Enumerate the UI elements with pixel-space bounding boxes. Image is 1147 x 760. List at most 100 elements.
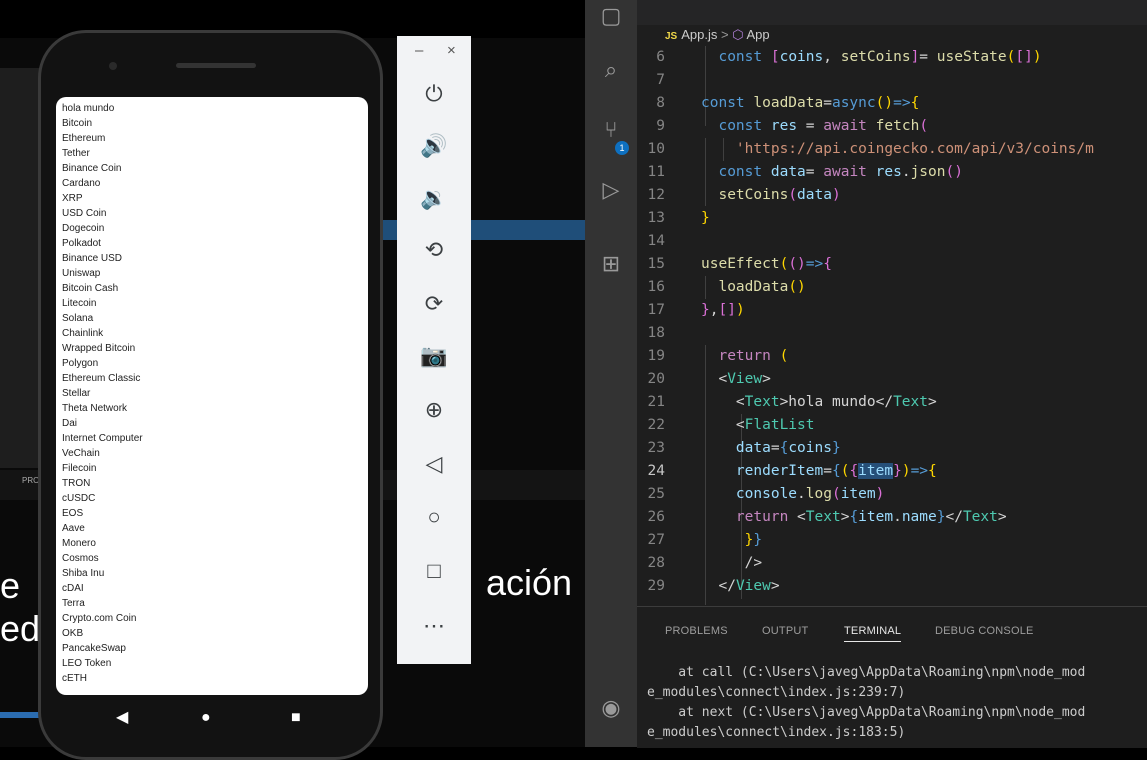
home-icon[interactable]: ○ <box>414 499 454 535</box>
explorer-icon[interactable]: ▢ <box>595 0 627 32</box>
code-line: 12 setCoins(data) <box>647 187 841 203</box>
code-line: 28 /> <box>647 555 763 571</box>
overview-icon[interactable]: □ <box>414 553 454 589</box>
phone-frame: hola mundo Bitcoin Ethereum Tether Binance C… <box>38 30 383 760</box>
breadcrumb-file[interactable]: App.js <box>681 27 717 42</box>
terminal-line: at next (C:\Users\javeg\AppData\Roaming\… <box>647 705 1086 720</box>
extensions-icon[interactable]: ⊞ <box>595 248 627 280</box>
power-icon[interactable]: ⏻ <box>414 76 454 112</box>
bottom-panel: PROBLEMS OUTPUT TERMINAL DEBUG CONSOLE a… <box>637 606 1147 748</box>
list-item: Dogecoin <box>62 223 105 234</box>
back-icon[interactable]: ◁ <box>414 446 454 482</box>
list-item: VeChain <box>62 448 100 459</box>
terminal-line: e_modules\connect\index.js:239:7) <box>647 685 906 700</box>
list-item: Crypto.com Coin <box>62 613 137 624</box>
code-line: 9 const res = await fetch( <box>656 118 929 134</box>
list-item: TRON <box>62 478 91 489</box>
background-heading-line2: ed <box>0 608 41 649</box>
vscode-window: ▢ ⌕ ⑂ 1 ▷ ⊞ ◉ JS App.js > ⬡ App 6 const [… <box>585 0 1147 748</box>
coin-flatlist[interactable]: hola mundo Bitcoin Ethereum Tether Binance C… <box>62 101 143 686</box>
nav-home-button[interactable]: ● <box>201 708 211 728</box>
front-camera <box>109 62 117 70</box>
list-item: Tether <box>62 148 90 159</box>
scm-badge: 1 <box>615 141 629 155</box>
editor-tab-strip <box>637 0 1147 25</box>
code-line: 7 <box>656 72 665 88</box>
phone-speaker <box>176 63 256 68</box>
list-item: Stellar <box>62 388 91 399</box>
list-item: Binance USD <box>62 253 123 264</box>
rotate-left-icon[interactable]: ⟲ <box>414 232 454 268</box>
list-item: Polygon <box>62 358 99 369</box>
list-item: cDAI <box>62 583 84 594</box>
account-icon[interactable]: ◉ <box>595 692 627 724</box>
list-item: Uniswap <box>62 268 101 279</box>
code-line: 6 const [coins, setCoins]= useState([]) <box>656 49 1042 65</box>
list-item: LEO Token <box>62 658 112 669</box>
code-line: 13} <box>647 210 710 226</box>
nav-back-button[interactable]: ◀ <box>116 708 128 728</box>
code-line: 18 <box>647 325 665 341</box>
tab-problems[interactable]: PROBLEMS <box>665 625 728 637</box>
code-editor[interactable]: 6 const [coins, setCoins]= useState([]) … <box>637 46 1147 606</box>
list-item: Dai <box>62 418 78 429</box>
list-item: Chainlink <box>62 328 104 339</box>
zoom-icon[interactable]: ⊕ <box>414 392 454 428</box>
breadcrumb[interactable]: JS App.js > ⬡ App <box>665 27 770 43</box>
list-item: Monero <box>62 538 96 549</box>
terminal-line: e_modules\connect\index.js:183:5) <box>647 725 906 740</box>
code-line: 15 useEffect(()=>{ <box>647 256 832 272</box>
list-item: Terra <box>62 598 85 609</box>
tab-debug-console[interactable]: DEBUG CONSOLE <box>935 625 1034 637</box>
code-line: 14 <box>647 233 665 249</box>
code-line: 11 const data= await res.json() <box>647 164 963 180</box>
activity-bar: ▢ ⌕ ⑂ 1 ▷ ⊞ ◉ <box>585 0 637 747</box>
code-line: 27 }} <box>647 532 763 548</box>
code-line: 21 <Text>hola mundo</Text> <box>647 394 937 410</box>
emulator-toolbar: – × ⏻ 🔊 🔉 ⟲ ⟳ 📷 ⊕ ◁ ○ □ ⋯ <box>397 36 471 664</box>
list-item: Litecoin <box>62 298 97 309</box>
code-line: 26 return <Text>{item.name}</Text> <box>647 509 1007 525</box>
list-item: Wrapped Bitcoin <box>62 343 136 354</box>
list-item: Filecoin <box>62 463 97 474</box>
tab-terminal[interactable]: TERMINAL <box>844 625 902 642</box>
list-item: Internet Computer <box>62 433 143 444</box>
code-line: 17},[]) <box>647 302 745 318</box>
list-item: cUSDC <box>62 493 96 504</box>
minimize-button[interactable]: – <box>415 42 423 59</box>
tab-output[interactable]: OUTPUT <box>762 625 808 637</box>
list-item: Polkadot <box>62 238 101 249</box>
rotate-right-icon[interactable]: ⟳ <box>414 286 454 322</box>
list-item: PancakeSwap <box>62 643 126 654</box>
breadcrumb-symbol[interactable]: App <box>746 27 769 42</box>
search-icon[interactable]: ⌕ <box>595 54 627 86</box>
code-line: 20 <View> <box>647 371 771 387</box>
list-item: USD Coin <box>62 208 107 219</box>
list-item: Cosmos <box>62 553 99 564</box>
list-item: Aave <box>62 523 85 534</box>
hello-text: hola mundo <box>62 103 115 114</box>
list-item: Bitcoin <box>62 118 93 129</box>
nav-recents-button[interactable]: ■ <box>291 708 301 728</box>
list-item: Bitcoin Cash <box>62 283 119 294</box>
list-item: Cardano <box>62 178 101 189</box>
camera-icon[interactable]: 📷 <box>414 338 454 374</box>
close-button[interactable]: × <box>447 42 456 59</box>
code-line: 19 return ( <box>647 348 789 364</box>
phone-screen[interactable]: hola mundo Bitcoin Ethereum Tether Binance C… <box>56 97 368 695</box>
list-item: EOS <box>62 508 84 519</box>
code-line: 25 console.log(item) <box>647 486 885 502</box>
run-debug-icon[interactable]: ▷ <box>595 174 627 206</box>
symbol-icon: ⬡ <box>732 27 744 42</box>
code-line: 29 </View> <box>647 578 780 594</box>
volume-down-icon[interactable]: 🔉 <box>414 180 454 216</box>
list-item: Ethereum <box>62 133 106 144</box>
volume-up-icon[interactable]: 🔊 <box>414 128 454 164</box>
background-status-bar <box>0 712 40 718</box>
list-item: Binance Coin <box>62 163 122 174</box>
more-icon[interactable]: ⋯ <box>414 608 454 644</box>
js-file-icon: JS <box>665 31 678 42</box>
background-heading-fragment: e <box>0 565 21 606</box>
code-line-active: 24 renderItem={({item})=>{ <box>647 463 937 479</box>
list-item: Theta Network <box>62 403 128 414</box>
